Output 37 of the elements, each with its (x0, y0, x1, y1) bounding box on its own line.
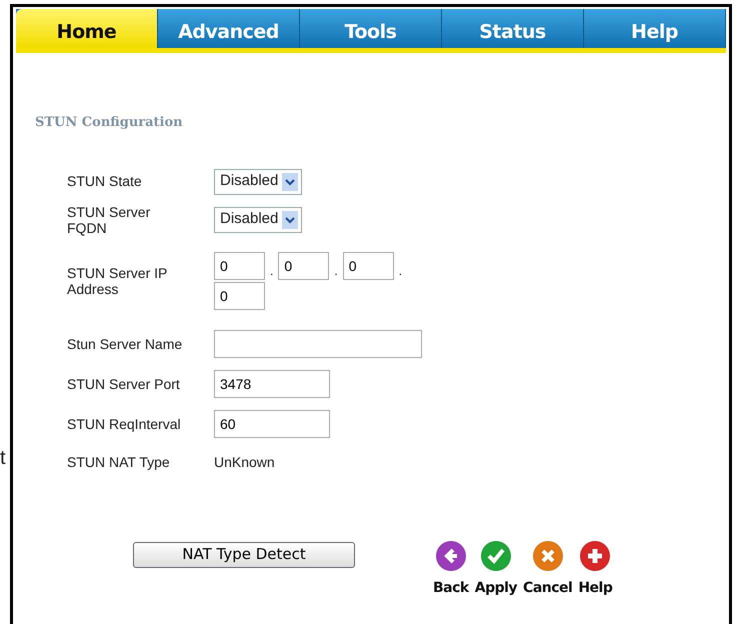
action-button[interactable]: Cancel (523, 540, 572, 599)
section-title: STUN Configuration (35, 114, 184, 132)
input-field[interactable]: 0 (342, 252, 394, 280)
input-field[interactable]: 3478 (214, 370, 330, 398)
input-field[interactable]: 0 (214, 282, 265, 310)
input-field[interactable]: 0 (214, 252, 265, 280)
action-button[interactable]: Back (433, 540, 469, 599)
chevron-down-icon (282, 210, 298, 229)
field-label: STUN ReqInterval (67, 416, 182, 432)
field-label: STUN NAT Type (67, 454, 171, 470)
cross-icon (532, 540, 564, 572)
dot-separator: . (333, 262, 339, 280)
field-label: STUN Server Port (67, 376, 181, 392)
field-label: Stun Server Name (67, 336, 184, 352)
chevron-down-icon (282, 172, 298, 190)
nav-tab[interactable]: Home (16, 9, 158, 48)
input-field[interactable]: 0 (278, 252, 330, 280)
nav-tab[interactable]: Help (584, 9, 726, 48)
nav-tab[interactable]: Status (442, 9, 584, 48)
text-fragment: t (0, 446, 7, 471)
action-button[interactable]: Apply (474, 540, 518, 599)
plus-icon (579, 540, 612, 572)
action-button[interactable]: Help (578, 540, 612, 599)
nav-tab[interactable]: Tools (300, 9, 442, 48)
field-label: STUN Server IP Address (67, 264, 168, 297)
checkmark-icon (480, 540, 512, 572)
field-label: STUN Server FQDN (67, 204, 152, 236)
dropdown[interactable]: Disabled (214, 168, 302, 194)
dot-separator: . (398, 262, 404, 280)
field-value: UnKnown (214, 452, 275, 472)
nat-type-detect-button[interactable]: NAT Type Detect (133, 542, 355, 568)
dropdown[interactable]: Disabled (214, 206, 302, 233)
dot-separator: . (269, 262, 274, 280)
input-field[interactable]: 60 (214, 410, 330, 438)
field-label: STUN State (67, 173, 143, 190)
input-field[interactable] (214, 330, 422, 358)
nav-tab[interactable]: Advanced (158, 9, 300, 48)
